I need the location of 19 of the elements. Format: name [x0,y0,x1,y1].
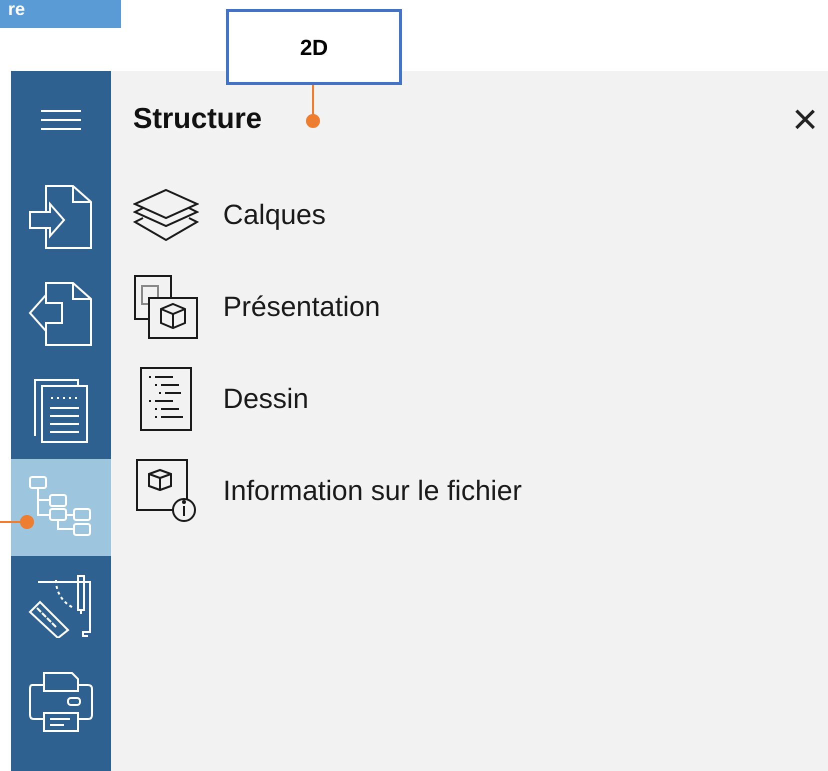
panel-menu-item[interactable]: Calques [111,169,828,261]
panel-menu-item[interactable]: Présentation [111,261,828,353]
panel-title: Structure [133,102,262,138]
document-stack-icon [33,378,89,444]
layout-with-cube-icon [133,274,199,340]
file-export-icon [28,280,94,346]
pointer-leader-line [0,515,34,529]
file-import-icon [28,184,94,250]
callout-text: 2D [300,34,328,62]
close-button[interactable]: × [792,98,818,142]
layers-icon [133,188,199,242]
document-list-icon [139,366,193,432]
file-info-icon [135,458,197,524]
panel-menu-item[interactable]: Dessin [111,353,828,445]
printer-icon [28,670,94,732]
menu-icon [40,108,82,130]
panel-menu-item[interactable]: Information sur le fichier [111,445,828,537]
label-text: re [8,0,26,18]
callout-leader-line [306,85,320,129]
